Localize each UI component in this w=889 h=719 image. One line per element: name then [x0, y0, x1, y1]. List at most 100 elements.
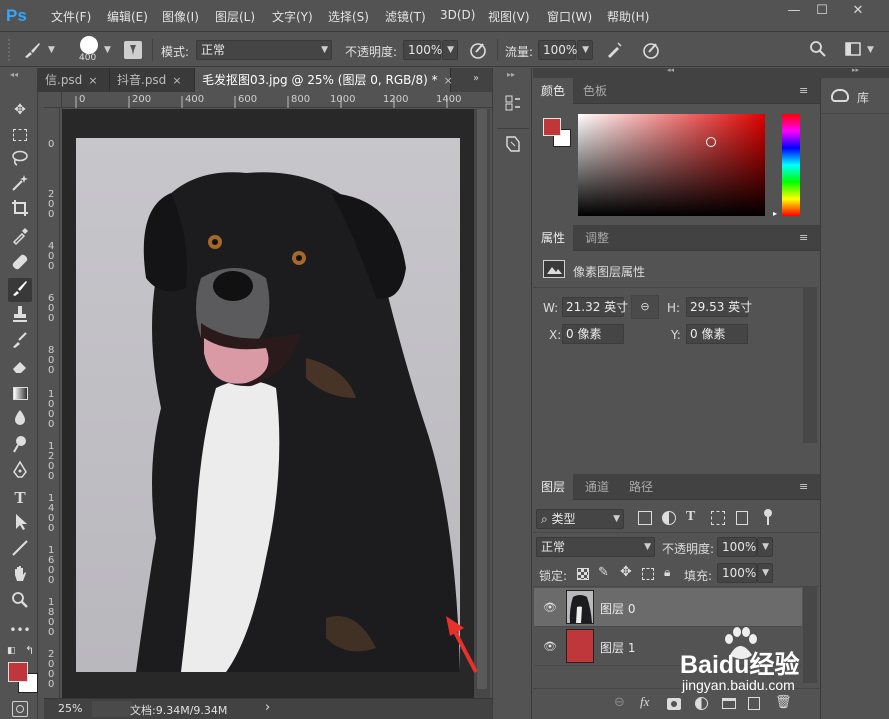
chevron-down-icon[interactable]: ▼	[104, 45, 111, 55]
brush-tool-icon[interactable]	[8, 278, 32, 302]
filter-smart-object-icon[interactable]	[736, 511, 748, 525]
link-icon[interactable]: ⊖	[631, 295, 659, 319]
history-panel-icon[interactable]	[503, 93, 523, 113]
menu-type[interactable]: 文字(Y)	[272, 8, 313, 25]
ruler-origin[interactable]	[44, 92, 62, 108]
tab-adjustments[interactable]: 调整	[577, 225, 617, 251]
lock-pixels-icon[interactable]: ✎	[598, 565, 609, 580]
foreground-color-swatch[interactable]	[543, 118, 561, 136]
pressure-size-icon[interactable]	[640, 39, 662, 61]
layer-name[interactable]: 图层 1	[600, 639, 635, 656]
lock-artboard-icon[interactable]	[642, 568, 654, 580]
lasso-tool-icon[interactable]	[8, 148, 32, 172]
line-tool-icon[interactable]	[8, 538, 32, 562]
collapse-dock-icon[interactable]: ◂◂	[667, 66, 674, 74]
scroll-thumb[interactable]	[477, 109, 487, 689]
link-layers-icon[interactable]: ⊖	[614, 695, 625, 710]
collapse-dock-icon[interactable]: ▸▸	[852, 66, 859, 74]
color-field[interactable]	[578, 114, 765, 216]
dodge-tool-icon[interactable]	[8, 434, 32, 458]
fill-dropdown[interactable]: ▼	[757, 563, 773, 583]
fill-input[interactable]: 100%	[717, 563, 757, 583]
panel-menu-icon[interactable]: ≡	[799, 231, 808, 244]
lock-position-icon[interactable]: ✥	[620, 564, 632, 580]
tab-overflow-icon[interactable]: »	[473, 73, 479, 84]
opacity-input[interactable]: 100%	[403, 40, 442, 60]
eraser-tool-icon[interactable]	[8, 356, 32, 380]
path-selection-tool-icon[interactable]	[8, 512, 32, 536]
brush-tip-icon[interactable]	[80, 36, 98, 54]
airbrush-icon[interactable]	[603, 39, 625, 61]
blend-mode-dropdown[interactable]: 正常 ▼	[536, 537, 655, 557]
close-window-icon[interactable]: ✕	[845, 2, 871, 20]
swap-colors-icon[interactable]: ↰	[25, 644, 34, 657]
opacity-dropdown[interactable]: ▼	[442, 40, 458, 60]
chevron-down-icon[interactable]: ▼	[48, 45, 55, 55]
menu-help[interactable]: 帮助(H)	[607, 8, 649, 25]
tab-paths[interactable]: 路径	[621, 474, 661, 500]
minimize-icon[interactable]: —	[781, 2, 807, 20]
chevron-down-icon[interactable]: ▼	[867, 45, 874, 55]
clone-stamp-tool-icon[interactable]	[8, 304, 32, 328]
filter-adjustment-icon[interactable]	[662, 511, 676, 525]
menu-image[interactable]: 图像(I)	[162, 8, 199, 25]
close-icon[interactable]: ×	[172, 74, 181, 87]
menu-edit[interactable]: 编辑(E)	[107, 8, 148, 25]
healing-brush-tool-icon[interactable]	[8, 252, 32, 276]
visibility-eye-icon[interactable]: 👁︎	[543, 640, 557, 653]
layer-name[interactable]: 图层 0	[600, 600, 635, 617]
tab-active-document[interactable]: 毛发抠图03.jpg @ 25% (图层 0, RGB/8) * ×	[195, 68, 453, 92]
hue-slider-handle[interactable]: ▸	[773, 209, 777, 218]
layer-row-0[interactable]: 👁︎ 图层 0	[534, 588, 802, 627]
hue-slider[interactable]	[782, 114, 800, 216]
tab-swatches[interactable]: 色板	[575, 78, 615, 104]
filter-pixel-icon[interactable]	[638, 511, 652, 525]
menu-file[interactable]: 文件(F)	[51, 8, 91, 25]
menu-view[interactable]: 视图(V)	[488, 8, 530, 25]
magic-wand-tool-icon[interactable]	[8, 173, 32, 197]
brush-preset-icon[interactable]	[20, 39, 44, 61]
visibility-eye-icon[interactable]: 👁︎	[543, 601, 557, 614]
hand-tool-icon[interactable]	[8, 564, 32, 588]
history-brush-tool-icon[interactable]	[8, 330, 32, 354]
foreground-color-swatch[interactable]	[8, 662, 28, 682]
move-tool-icon[interactable]: ✥	[8, 98, 32, 122]
mode-dropdown[interactable]: 正常 ▼	[196, 40, 332, 60]
type-tool-icon[interactable]: T	[8, 486, 32, 510]
horizontal-ruler[interactable]: 0 200 400 600 800 1000 1200 1400	[62, 92, 492, 108]
eyedropper-tool-icon[interactable]	[8, 226, 32, 250]
crop-tool-icon[interactable]	[8, 198, 32, 222]
expand-panel-icon[interactable]: ▸▸	[507, 70, 515, 79]
color-picker-marker[interactable]	[706, 137, 716, 147]
layer-filter-dropdown[interactable]: ⌕ 类型 ▼	[536, 509, 624, 529]
default-colors-icon[interactable]: ◧	[7, 646, 16, 656]
menu-window[interactable]: 窗口(W)	[547, 8, 592, 25]
menu-3d[interactable]: 3D(D)	[440, 8, 475, 22]
tab-channels[interactable]: 通道	[577, 474, 617, 500]
pen-tool-icon[interactable]	[8, 460, 32, 484]
properties-scrollbar[interactable]	[803, 287, 817, 443]
lock-transparent-icon[interactable]	[577, 568, 589, 580]
libraries-header[interactable]: 库	[821, 78, 889, 114]
gradient-tool-icon[interactable]	[8, 382, 32, 406]
tab-color[interactable]: 颜色	[533, 78, 574, 104]
vertical-ruler[interactable]: 0 2 0 0 4 0 0 6 0 0 8 0 0 1 0 0 0 1 2 0 …	[44, 108, 60, 698]
menu-select[interactable]: 选择(S)	[328, 8, 369, 25]
filter-toggle-icon[interactable]	[764, 509, 772, 517]
workspace-icon[interactable]	[843, 39, 863, 59]
filter-shape-icon[interactable]	[711, 511, 725, 525]
properties-panel-icon[interactable]	[503, 134, 523, 154]
x-input[interactable]: 0 像素	[562, 324, 624, 344]
close-icon[interactable]: ×	[88, 74, 97, 87]
panel-menu-icon[interactable]: ≡	[799, 480, 808, 493]
panel-menu-icon[interactable]: ≡	[799, 84, 808, 97]
layer-opacity-input[interactable]: 100%	[717, 537, 757, 557]
add-mask-icon[interactable]	[667, 698, 681, 710]
zoom-tool-icon[interactable]	[8, 590, 32, 614]
tab-douyin-psd[interactable]: 抖音.psd ×	[110, 68, 195, 92]
layer-opacity-dropdown[interactable]: ▼	[757, 537, 773, 557]
quick-mask-icon[interactable]	[12, 701, 28, 717]
marquee-tool-icon[interactable]	[8, 123, 32, 147]
pressure-opacity-icon[interactable]	[467, 39, 489, 61]
status-menu-arrow-icon[interactable]: ›	[265, 700, 270, 715]
